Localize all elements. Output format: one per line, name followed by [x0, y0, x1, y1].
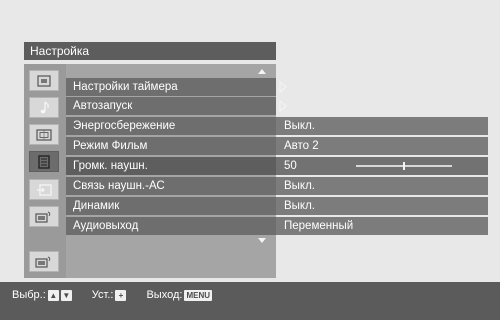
menu-title: Настройка [24, 42, 276, 60]
picture-icon [37, 74, 51, 87]
sidebar-item-picture[interactable] [29, 70, 59, 91]
submenu-arrow-icon [276, 97, 290, 115]
setting-label: Настройки таймера [66, 78, 276, 96]
pc-settings-icon [35, 211, 51, 223]
music-note-icon [40, 101, 49, 113]
menu-key-icon: MENU [184, 289, 213, 301]
scroll-down-icon[interactable] [258, 238, 266, 243]
submenu-arrow-icon [276, 78, 290, 96]
screen-icon [36, 128, 52, 141]
setting-value: Выкл. [276, 197, 488, 215]
setting-value: Переменный [276, 217, 488, 235]
select-label: Выбр.: [12, 289, 46, 301]
setting-row-power-saving[interactable]: Энергосбережение Выкл. [66, 117, 488, 135]
setting-value: Выкл. [276, 117, 488, 135]
down-key-icon: ▼ [60, 289, 72, 301]
slider-value-text: 50 [284, 160, 297, 172]
setting-label: Громк. наушн. [66, 157, 276, 175]
footer-help-text: Выбр.: ▲ ▼ Уст.: + Выход: MENU [12, 289, 213, 301]
menu-title-text: Настройка [30, 44, 90, 58]
sidebar-item-sound[interactable] [29, 97, 59, 118]
setting-label: Режим Фильм [66, 137, 276, 155]
up-key-icon: ▲ [47, 289, 59, 301]
sidebar-item-setup[interactable] [29, 151, 59, 172]
input-icon [37, 183, 52, 196]
setting-row-headphone-speaker-link[interactable]: Связь наушн.-АС Выкл. [66, 177, 488, 195]
sidebar-item-input[interactable] [29, 179, 59, 200]
setting-label: Энергосбережение [66, 117, 276, 135]
setting-row-headphone-volume[interactable]: Громк. наушн. 50 [66, 157, 488, 175]
set-label: Уст.: [91, 289, 114, 301]
setting-value: Авто 2 [276, 137, 488, 155]
pc-settings-alt-icon [35, 256, 51, 268]
setting-row-autostart[interactable]: Автозапуск [66, 97, 290, 115]
footer-help-bar: Выбр.: ▲ ▼ Уст.: + Выход: MENU [0, 282, 500, 320]
scroll-up-icon[interactable] [258, 69, 266, 74]
setting-row-speaker[interactable]: Динамик Выкл. [66, 197, 488, 215]
setting-label: Связь наушн.-АС [66, 177, 276, 195]
category-sidebar [24, 64, 66, 278]
setting-label: Аудиовыход [66, 217, 276, 235]
settings-list-icon [38, 154, 50, 169]
setting-value-slider[interactable]: 50 [276, 157, 488, 175]
enter-key-icon: + [115, 289, 127, 301]
sidebar-item-pc-alt[interactable] [29, 251, 59, 272]
sidebar-item-pc[interactable] [29, 206, 59, 227]
setting-row-film-mode[interactable]: Режим Фильм Авто 2 [66, 137, 488, 155]
sidebar-item-screen[interactable] [29, 124, 59, 145]
setting-row-audio-out[interactable]: Аудиовыход Переменный [66, 217, 488, 235]
exit-label: Выход: [146, 289, 183, 301]
volume-slider-knob[interactable] [403, 162, 405, 170]
setting-label: Автозапуск [66, 97, 276, 115]
setting-value: Выкл. [276, 177, 488, 195]
setting-row-timer[interactable]: Настройки таймера [66, 78, 290, 96]
setting-label: Динамик [66, 197, 276, 215]
